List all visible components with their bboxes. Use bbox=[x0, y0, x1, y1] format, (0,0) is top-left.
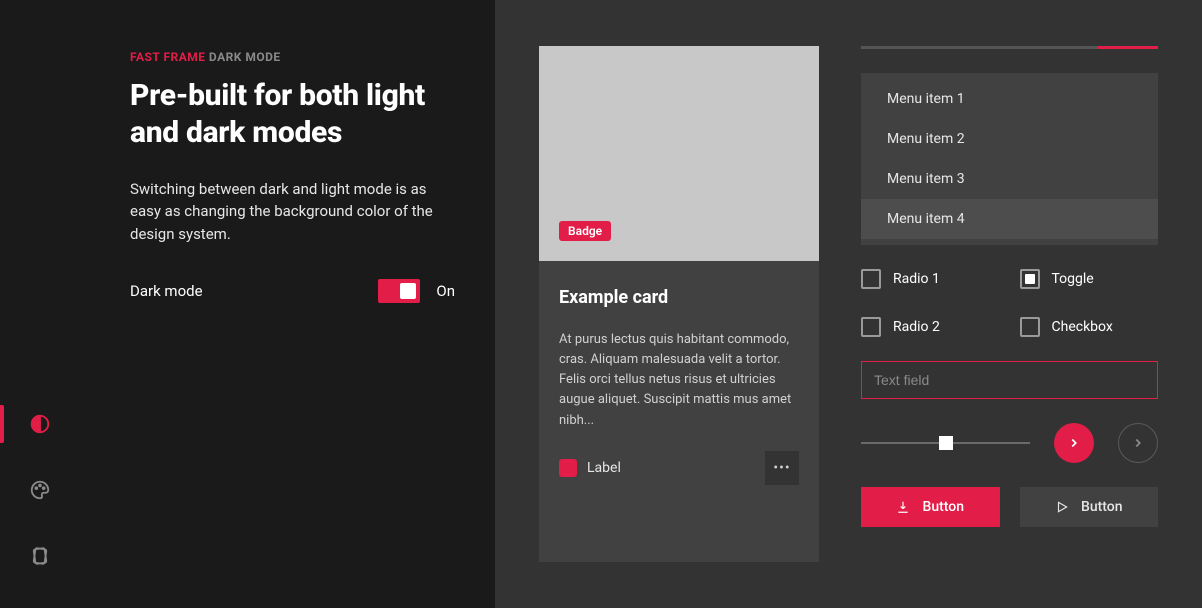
slider-track[interactable] bbox=[861, 442, 1030, 444]
nav-rail bbox=[0, 0, 80, 608]
more-icon: ••• bbox=[773, 460, 790, 476]
nav-palette[interactable] bbox=[18, 468, 62, 512]
nav-cards[interactable] bbox=[18, 534, 62, 578]
toggle-control[interactable]: Toggle bbox=[1020, 269, 1159, 289]
card-footer: Label ••• bbox=[559, 451, 799, 485]
progress-fill bbox=[1098, 46, 1158, 49]
radio-1[interactable]: Radio 1 bbox=[861, 269, 1000, 289]
card-badge: Badge bbox=[559, 221, 611, 241]
menu-item-2[interactable]: Menu item 2 bbox=[861, 119, 1158, 159]
next-circle-button-ghost[interactable] bbox=[1118, 423, 1158, 463]
slider-row bbox=[861, 423, 1158, 463]
eyebrow-brand: FAST FRAME bbox=[130, 50, 205, 64]
button-row: Button Button bbox=[861, 487, 1158, 527]
slider-thumb[interactable] bbox=[939, 436, 953, 450]
eyebrow: FAST FRAME DARK MODE bbox=[130, 50, 455, 64]
card-body: Example card At purus lectus quis habita… bbox=[539, 261, 819, 503]
text-field[interactable] bbox=[861, 361, 1158, 399]
card-label: Label bbox=[587, 460, 755, 476]
page-heading: Pre-built for both light and dark modes bbox=[130, 78, 455, 152]
checkbox-control[interactable]: Checkbox bbox=[1020, 317, 1159, 337]
next-circle-button[interactable] bbox=[1054, 423, 1094, 463]
example-card: Badge Example card At purus lectus quis … bbox=[539, 46, 819, 562]
radio-box bbox=[861, 269, 881, 289]
checkbox-box bbox=[1020, 317, 1040, 337]
play-icon bbox=[1055, 500, 1069, 514]
toggle-box bbox=[1020, 269, 1040, 289]
secondary-button[interactable]: Button bbox=[1020, 487, 1159, 527]
dark-mode-toggle-row: Dark mode On bbox=[130, 279, 455, 303]
download-icon bbox=[896, 500, 910, 514]
controls-column: Menu item 1 Menu item 2 Menu item 3 Menu… bbox=[861, 46, 1158, 562]
dark-mode-switch[interactable] bbox=[378, 279, 420, 303]
card-image-placeholder: Badge bbox=[539, 46, 819, 261]
progress-bar bbox=[861, 46, 1158, 49]
primary-button[interactable]: Button bbox=[861, 487, 1000, 527]
showcase-panel: Badge Example card At purus lectus quis … bbox=[495, 0, 1202, 608]
cards-icon bbox=[29, 545, 51, 567]
contrast-icon bbox=[29, 413, 51, 435]
page-subtext: Switching between dark and light mode is… bbox=[130, 178, 455, 246]
toggle-label: Toggle bbox=[1052, 271, 1094, 287]
radio-2-label: Radio 2 bbox=[893, 319, 940, 335]
radio-2[interactable]: Radio 2 bbox=[861, 317, 1000, 337]
checkbox-label: Checkbox bbox=[1052, 319, 1113, 335]
label-chip bbox=[559, 459, 577, 477]
card-title: Example card bbox=[559, 287, 799, 308]
menu-item-1[interactable]: Menu item 1 bbox=[861, 79, 1158, 119]
nav-contrast[interactable] bbox=[18, 402, 62, 446]
eyebrow-section: DARK MODE bbox=[209, 50, 281, 64]
switch-knob bbox=[400, 283, 416, 299]
card-description: At purus lectus quis habitant commodo, c… bbox=[559, 330, 799, 431]
radio-box bbox=[861, 317, 881, 337]
menu-item-4[interactable]: Menu item 4 bbox=[861, 199, 1158, 239]
dropdown-menu: Menu item 1 Menu item 2 Menu item 3 Menu… bbox=[861, 73, 1158, 245]
radio-1-label: Radio 1 bbox=[893, 271, 940, 287]
palette-icon bbox=[29, 479, 51, 501]
dark-mode-state: On bbox=[436, 282, 455, 300]
menu-item-3[interactable]: Menu item 3 bbox=[861, 159, 1158, 199]
card-more-button[interactable]: ••• bbox=[765, 451, 799, 485]
dark-mode-label: Dark mode bbox=[130, 282, 362, 300]
chevron-right-icon bbox=[1131, 436, 1145, 450]
intro-panel: FAST FRAME DARK MODE Pre-built for both … bbox=[80, 0, 495, 608]
form-grid: Radio 1 Toggle Radio 2 Checkbox bbox=[861, 269, 1158, 337]
chevron-right-icon bbox=[1067, 436, 1081, 450]
primary-button-label: Button bbox=[922, 499, 964, 515]
secondary-button-label: Button bbox=[1081, 499, 1123, 515]
